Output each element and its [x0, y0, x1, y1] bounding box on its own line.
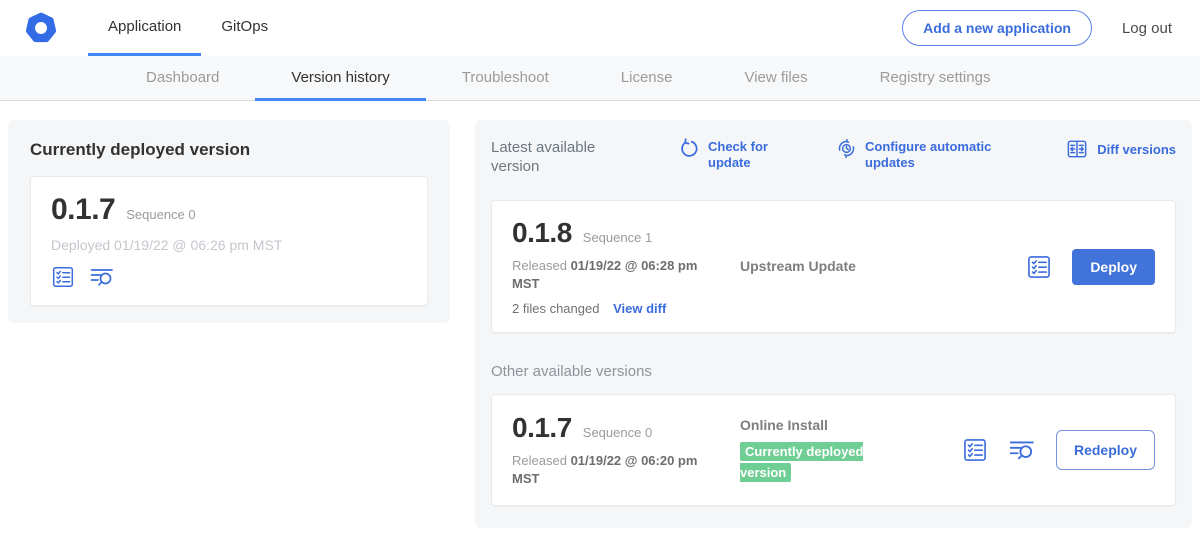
- nav-tab-label: GitOps: [221, 18, 268, 35]
- other-available-versions-title: Other available versions: [491, 363, 1176, 380]
- currently-deployed-panel: Currently deployed version 0.1.7 Sequenc…: [8, 120, 450, 323]
- tab-label: Troubleshoot: [462, 69, 549, 86]
- nav-tab-application[interactable]: Application: [88, 0, 201, 56]
- deploy-button[interactable]: Deploy: [1072, 249, 1155, 285]
- deployed-version-card: 0.1.7 Sequence 0 Deployed 01/19/22 @ 06:…: [30, 176, 428, 306]
- tab-view-files[interactable]: View files: [708, 56, 843, 101]
- release-notes-icon[interactable]: [51, 265, 75, 289]
- tab-label: Dashboard: [146, 69, 219, 86]
- configure-automatic-updates-label: Configure automatic updates: [865, 139, 995, 171]
- latest-sequence: Sequence 1: [583, 230, 652, 245]
- latest-released-timestamp: Released 01/19/22 @ 06:28 pm MST: [512, 257, 698, 293]
- tab-dashboard[interactable]: Dashboard: [110, 56, 255, 101]
- scheduled-update-icon: [836, 138, 857, 159]
- diff-versions-label: Diff versions: [1097, 142, 1176, 158]
- other-version-number: 0.1.7: [512, 412, 572, 444]
- deployed-version-number: 0.1.7: [51, 193, 115, 227]
- header-nav: Application GitOps: [88, 0, 288, 56]
- currently-deployed-badge: Currently deployed version: [740, 442, 863, 482]
- diff-versions-button[interactable]: Diff versions: [1065, 138, 1176, 160]
- configure-automatic-updates-button[interactable]: Configure automatic updates: [836, 138, 995, 171]
- top-header: Application GitOps Add a new application…: [0, 0, 1200, 56]
- tab-troubleshoot[interactable]: Troubleshoot: [426, 56, 585, 101]
- tab-label: Version history: [291, 69, 389, 86]
- check-for-update-label: Check for update: [708, 139, 774, 171]
- kots-logo-icon: [24, 11, 58, 45]
- logout-link[interactable]: Log out: [1122, 20, 1172, 37]
- diff-versions-icon: [1065, 138, 1089, 160]
- tab-version-history[interactable]: Version history: [255, 56, 425, 101]
- other-version-card: 0.1.7 Sequence 0 Released 01/19/22 @ 06:…: [491, 394, 1176, 506]
- tab-label: License: [621, 69, 673, 86]
- redeploy-button[interactable]: Redeploy: [1056, 430, 1155, 470]
- header-right: Add a new application Log out: [902, 0, 1172, 56]
- latest-available-title: Latest available version: [491, 138, 621, 176]
- kots-admin-console: Application GitOps Add a new application…: [0, 0, 1200, 536]
- tab-label: Registry settings: [880, 69, 991, 86]
- files-changed-count: 2 files changed: [512, 301, 599, 316]
- deploy-logs-icon[interactable]: [1008, 437, 1036, 463]
- release-notes-icon[interactable]: [1026, 254, 1052, 280]
- deployed-timestamp: Deployed 01/19/22 @ 06:26 pm MST: [51, 237, 407, 253]
- app-logo: [24, 0, 58, 56]
- latest-available-header: Latest available version Check for updat…: [491, 138, 1176, 176]
- latest-version-source: Upstream Update: [740, 258, 856, 274]
- deployed-sequence: Sequence 0: [126, 207, 195, 222]
- check-for-update-button[interactable]: Check for update: [679, 138, 774, 171]
- other-version-source: Online Install: [740, 417, 962, 433]
- other-released-timestamp: Released 01/19/22 @ 06:20 pm MST: [512, 452, 698, 488]
- tab-registry-settings[interactable]: Registry settings: [844, 56, 1027, 101]
- latest-version-number: 0.1.8: [512, 217, 572, 249]
- tab-label: View files: [744, 69, 807, 86]
- nav-tab-gitops[interactable]: GitOps: [201, 0, 288, 56]
- view-diff-link[interactable]: View diff: [613, 301, 666, 316]
- release-notes-icon[interactable]: [962, 437, 988, 463]
- nav-tab-label: Application: [108, 18, 181, 35]
- deploy-logs-icon[interactable]: [89, 265, 115, 289]
- latest-available-panel: Latest available version Check for updat…: [475, 120, 1192, 528]
- latest-version-card: 0.1.8 Sequence 1 Released 01/19/22 @ 06:…: [491, 200, 1176, 333]
- currently-deployed-title: Currently deployed version: [30, 140, 428, 160]
- other-sequence: Sequence 0: [583, 425, 652, 440]
- app-subnav: Dashboard Version history Troubleshoot L…: [0, 56, 1200, 101]
- add-new-application-button[interactable]: Add a new application: [902, 10, 1092, 46]
- refresh-arrow-icon: [679, 138, 700, 159]
- tab-license[interactable]: License: [585, 56, 709, 101]
